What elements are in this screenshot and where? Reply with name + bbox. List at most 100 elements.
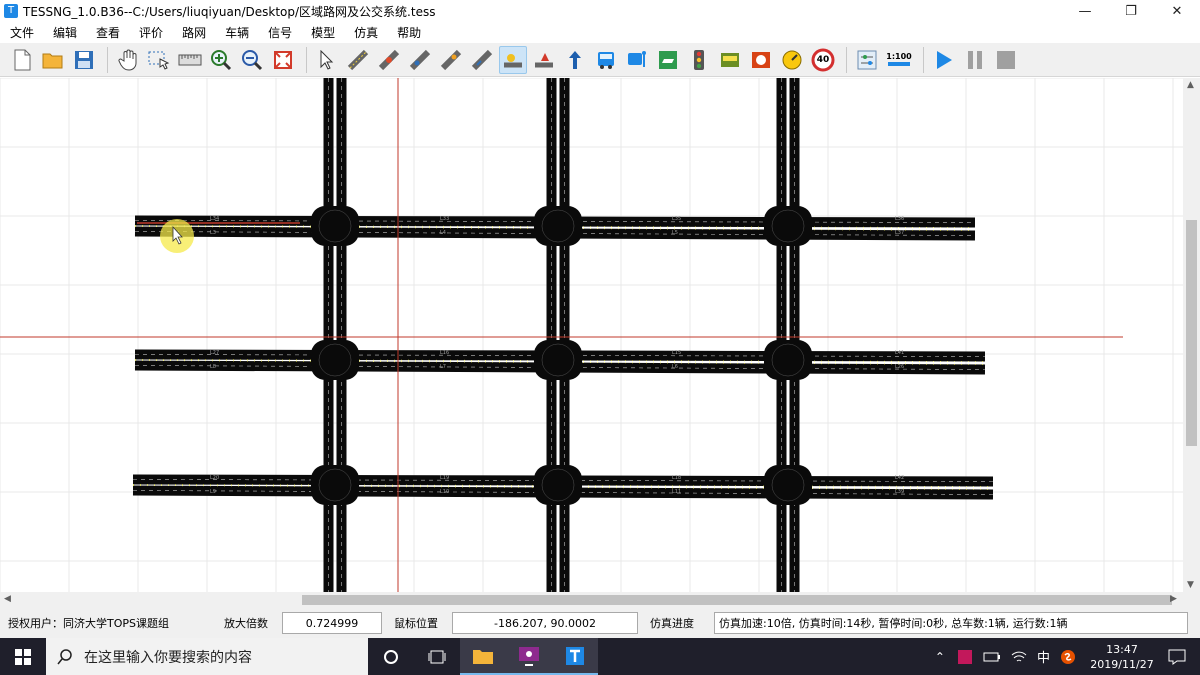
menu-help[interactable]: 帮助 bbox=[387, 24, 430, 41]
link-label: L6 bbox=[672, 364, 678, 370]
settings-button[interactable] bbox=[853, 46, 881, 74]
scroll-up-icon[interactable]: ▲ bbox=[1187, 80, 1194, 90]
ruler-icon bbox=[178, 54, 202, 65]
link-tool-button-4[interactable] bbox=[437, 46, 465, 74]
decision-point-button[interactable] bbox=[530, 46, 558, 74]
fit-view-button[interactable] bbox=[269, 46, 297, 74]
sogou-input-icon[interactable] bbox=[1060, 649, 1076, 665]
pointer-button[interactable] bbox=[313, 46, 341, 74]
menu-bar: 文件 编辑 查看 评价 路网 车辆 信号 模型 仿真 帮助 bbox=[0, 22, 1200, 43]
presenter-taskbar-button[interactable] bbox=[506, 638, 552, 675]
show-hidden-icons-chevron-icon[interactable]: ⌃ bbox=[935, 650, 945, 664]
select-area-button[interactable] bbox=[145, 46, 173, 74]
link-tool-active-button[interactable] bbox=[499, 45, 527, 74]
network-canvas[interactable]: L34 L3 L33 L4 L35 L5 L36 L37 L27 L8 L16 L7 L15 L6 L41 L… bbox=[0, 78, 1183, 592]
scale-button[interactable]: 1:100 bbox=[884, 46, 914, 74]
taskbar-search-box[interactable]: 在这里输入你要搜索的内容 bbox=[46, 638, 368, 675]
detector-button[interactable] bbox=[716, 46, 744, 74]
simulation-progress-field: 仿真加速:10倍, 仿真时间:14秒, 暂停时间:0秒, 总车数:1辆, 运行数… bbox=[714, 612, 1188, 634]
intersection bbox=[311, 465, 359, 505]
link-tool-button-5[interactable] bbox=[468, 46, 496, 74]
decision-point-icon bbox=[535, 52, 553, 67]
menu-file[interactable]: 文件 bbox=[0, 24, 43, 41]
bus-line-button[interactable] bbox=[592, 46, 620, 74]
route-arrow-icon bbox=[569, 50, 581, 69]
horizontal-scroll-thumb[interactable] bbox=[302, 595, 1172, 605]
link-label: L4 bbox=[440, 230, 446, 236]
scale-label: 1:100 bbox=[886, 52, 912, 61]
vehicle-input-icon bbox=[659, 50, 677, 69]
ime-indicator[interactable]: 中 bbox=[1037, 647, 1050, 666]
intersection bbox=[534, 465, 582, 505]
windows-logo-icon bbox=[15, 648, 31, 665]
stop-icon bbox=[997, 50, 1015, 69]
link-tool-button-1[interactable] bbox=[344, 46, 372, 74]
task-switcher-button[interactable] bbox=[414, 638, 460, 675]
pause-simulation-button[interactable] bbox=[961, 46, 989, 74]
pan-button[interactable] bbox=[114, 46, 142, 74]
horizontal-scrollbar[interactable]: ◀ ▶ bbox=[0, 592, 1183, 608]
link-tool-button-2[interactable] bbox=[375, 46, 403, 74]
tray-app-icon[interactable] bbox=[957, 649, 973, 665]
task-view-icon bbox=[428, 650, 446, 663]
save-button[interactable] bbox=[70, 46, 98, 74]
intersection bbox=[534, 206, 582, 246]
link-label: L37 bbox=[895, 230, 904, 236]
restore-button[interactable]: ❐ bbox=[1108, 0, 1154, 22]
menu-simulation[interactable]: 仿真 bbox=[344, 24, 387, 41]
scale-bar-icon bbox=[888, 62, 910, 66]
travel-time-button[interactable] bbox=[747, 46, 775, 74]
start-button[interactable] bbox=[0, 638, 46, 675]
bus-station-button[interactable] bbox=[623, 46, 651, 74]
open-file-button[interactable] bbox=[39, 46, 67, 74]
tessng-icon bbox=[566, 646, 584, 665]
battery-icon[interactable] bbox=[983, 651, 1001, 663]
road-split-icon bbox=[440, 49, 462, 70]
menu-evaluate[interactable]: 评价 bbox=[129, 24, 172, 41]
minimize-button[interactable]: — bbox=[1062, 0, 1108, 22]
intersection bbox=[764, 340, 812, 380]
scroll-right-icon[interactable]: ▶ bbox=[1170, 594, 1177, 604]
link-tool-button-3[interactable] bbox=[406, 46, 434, 74]
task-view-button[interactable] bbox=[368, 638, 414, 675]
road-connector-icon bbox=[378, 49, 400, 70]
new-file-button[interactable] bbox=[8, 46, 36, 74]
menu-network[interactable]: 路网 bbox=[172, 24, 215, 41]
queue-counter-button[interactable] bbox=[778, 46, 806, 74]
zoom-value-field: 0.724999 bbox=[282, 612, 382, 634]
run-simulation-button[interactable] bbox=[930, 46, 958, 74]
pointer-arrow-icon bbox=[320, 49, 334, 70]
save-icon bbox=[75, 50, 93, 69]
vertical-scroll-thumb[interactable] bbox=[1186, 220, 1197, 446]
tessng-taskbar-button[interactable] bbox=[552, 638, 598, 675]
taskbar-clock[interactable]: 13:47 2019/11/27 bbox=[1086, 642, 1158, 672]
scroll-down-icon[interactable]: ▼ bbox=[1187, 580, 1194, 590]
menu-edit[interactable]: 编辑 bbox=[43, 24, 86, 41]
menu-vehicle[interactable]: 车辆 bbox=[215, 24, 258, 41]
menu-view[interactable]: 查看 bbox=[86, 24, 129, 41]
zoom-in-button[interactable] bbox=[207, 46, 235, 74]
road-network-view[interactable]: L34 L3 L33 L4 L35 L5 L36 L37 L27 L8 L16 L7 L15 L6 L41 L… bbox=[0, 78, 1183, 592]
notification-center-icon[interactable] bbox=[1168, 649, 1186, 665]
vertical-scrollbar[interactable]: ▲ ▼ bbox=[1183, 78, 1200, 608]
system-tray: ⌃ 中 13:47 2019/11/27 bbox=[935, 638, 1200, 675]
speed-limit-button[interactable]: 40 bbox=[809, 46, 837, 74]
simulation-progress-label: 仿真进度 bbox=[650, 617, 694, 630]
close-button[interactable]: ✕ bbox=[1154, 0, 1200, 22]
link-label: L7 bbox=[440, 364, 446, 370]
tessng-app-icon: T bbox=[4, 4, 18, 18]
zoom-in-icon bbox=[211, 49, 232, 70]
measure-button[interactable] bbox=[176, 46, 204, 74]
menu-signal[interactable]: 信号 bbox=[258, 24, 301, 41]
zoom-out-button[interactable] bbox=[238, 46, 266, 74]
route-button[interactable] bbox=[561, 46, 589, 74]
scroll-left-icon[interactable]: ◀ bbox=[4, 594, 11, 604]
stop-simulation-button[interactable] bbox=[992, 46, 1020, 74]
parking-button[interactable] bbox=[654, 46, 682, 74]
travel-time-icon bbox=[752, 51, 770, 68]
wifi-icon[interactable] bbox=[1011, 650, 1027, 664]
menu-model[interactable]: 模型 bbox=[301, 24, 344, 41]
signal-light-button[interactable] bbox=[685, 46, 713, 74]
file-explorer-taskbar-button[interactable] bbox=[460, 638, 506, 675]
link-label: L42 bbox=[895, 475, 904, 481]
